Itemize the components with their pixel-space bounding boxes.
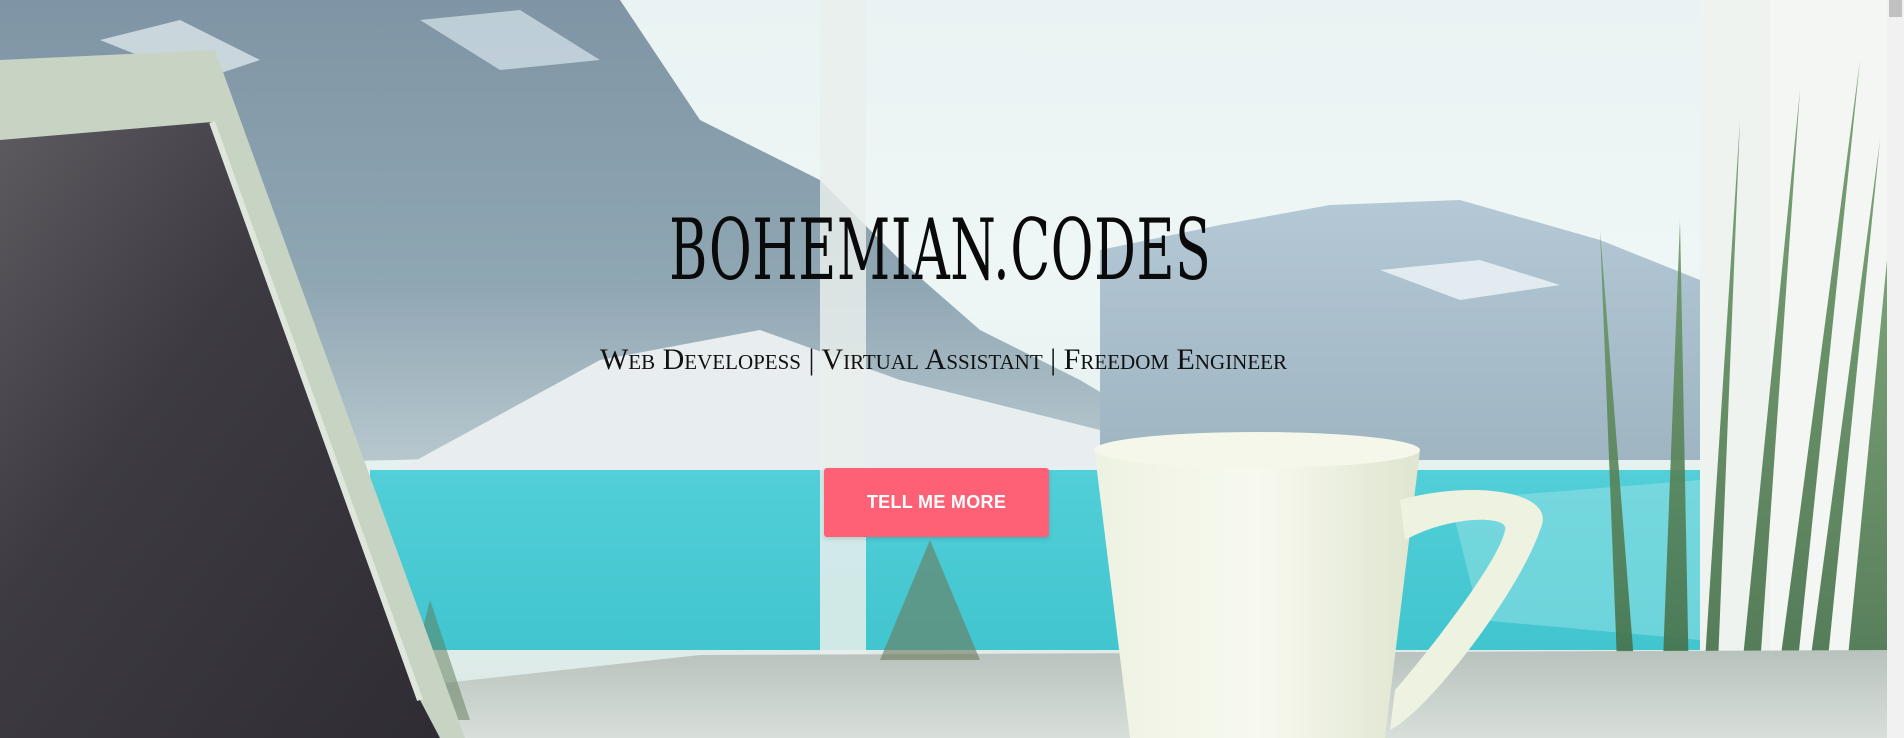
site-tagline: Web Developess | Virtual Assistant | Fre…: [599, 343, 1288, 376]
site-title: BOHEMIAN.CODES: [669, 201, 1212, 299]
page-scrollbar[interactable]: [1887, 0, 1904, 738]
hero-section: BOHEMIAN.CODES Web Developess | Virtual …: [0, 0, 1887, 738]
tell-me-more-button[interactable]: TELL ME MORE: [824, 468, 1049, 537]
scrollbar-thumb[interactable]: [1889, 0, 1902, 17]
